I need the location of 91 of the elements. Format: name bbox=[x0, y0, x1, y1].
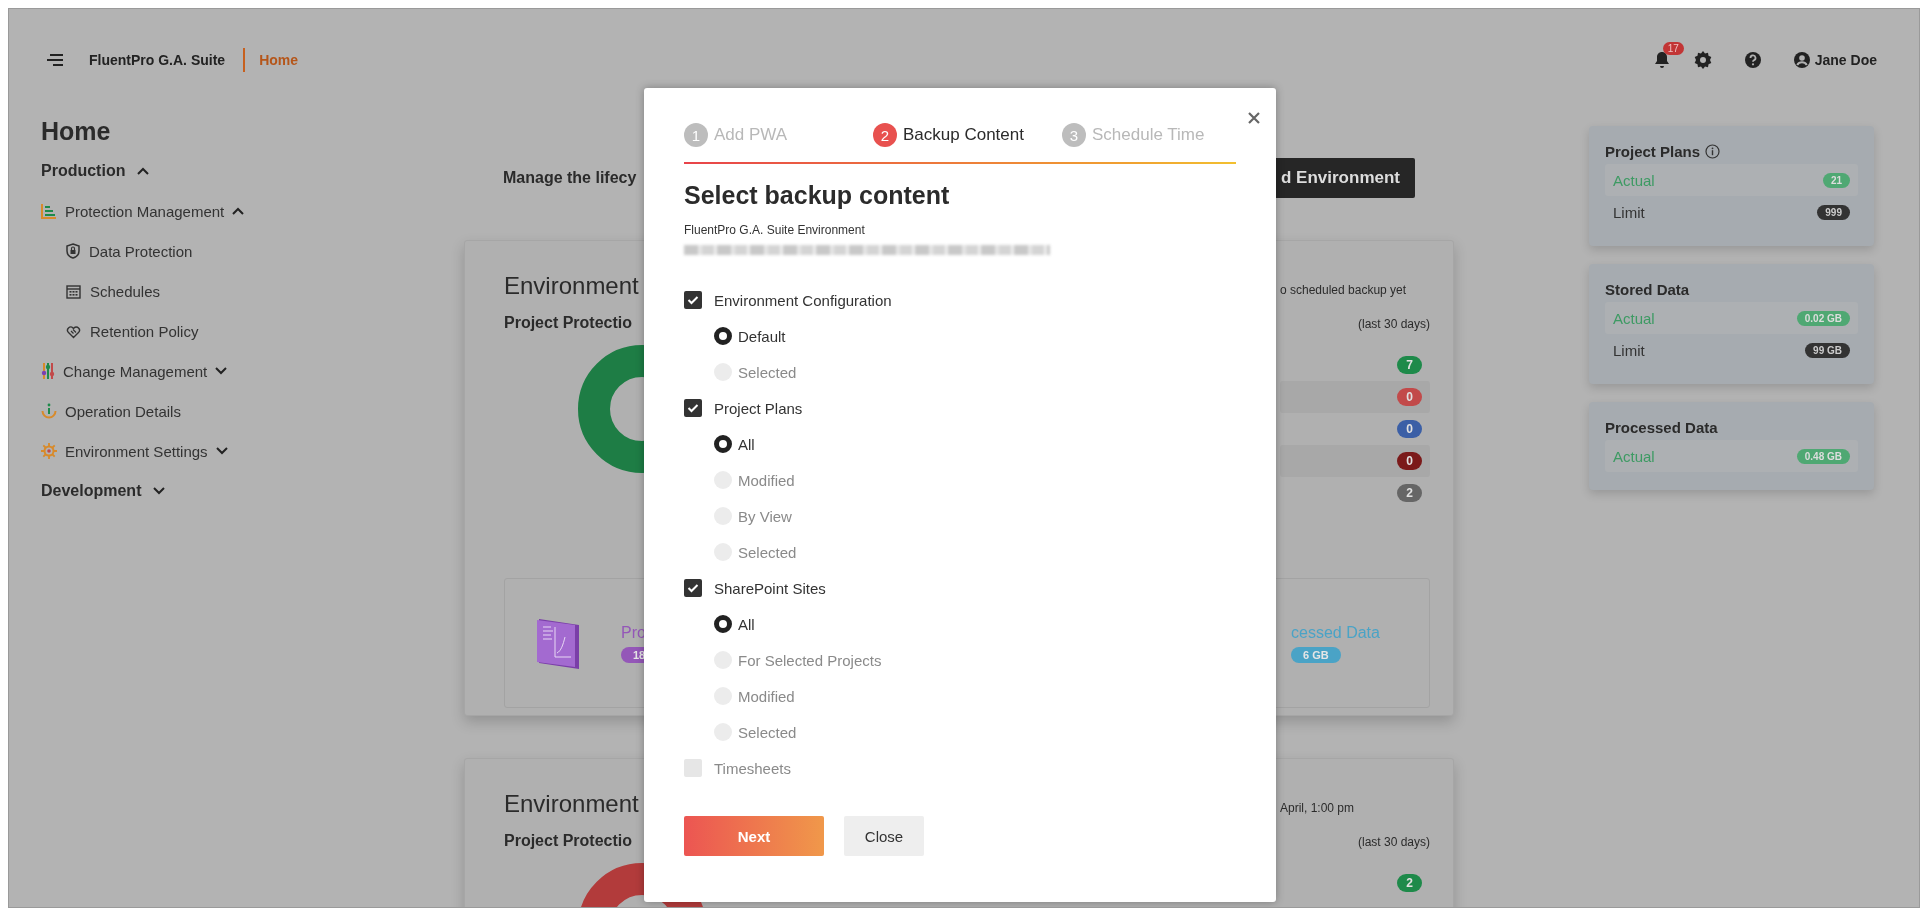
period-label: (last 30 days) bbox=[1356, 835, 1430, 849]
nav-item[interactable]: Data Protection bbox=[89, 242, 193, 260]
usage-label: Limit bbox=[1613, 203, 1645, 221]
bar-chart-icon bbox=[41, 203, 57, 219]
nav-item[interactable]: Environment Settings bbox=[65, 442, 208, 460]
checkbox[interactable] bbox=[684, 759, 702, 777]
user-name[interactable]: Jane Doe bbox=[1814, 52, 1877, 68]
notification-badge: 17 bbox=[1662, 42, 1684, 55]
checkbox[interactable] bbox=[684, 399, 702, 417]
panel-title: Stored Data bbox=[1605, 281, 1690, 298]
nav-section[interactable]: Development bbox=[41, 482, 142, 500]
count-badge: 0 bbox=[1397, 420, 1422, 438]
step-number: 1 bbox=[684, 123, 708, 147]
step-number: 2 bbox=[873, 123, 897, 147]
chevron-icon[interactable] bbox=[215, 367, 228, 375]
tile-badge: 6 GB bbox=[1291, 646, 1341, 663]
card-subtitle: Project Protectio bbox=[504, 832, 633, 850]
nav-item[interactable]: Retention Policy bbox=[90, 322, 199, 340]
radio-button[interactable] bbox=[714, 435, 732, 453]
usage-badge: 999 bbox=[1817, 204, 1850, 220]
app-name: FluentPro G.A. Suite bbox=[89, 48, 246, 72]
count-badge: 7 bbox=[1397, 356, 1422, 374]
nav-item[interactable]: Schedules bbox=[90, 282, 161, 300]
calendar-icon bbox=[66, 283, 81, 299]
usage-badge: 21 bbox=[1822, 172, 1850, 188]
step-number: 3 bbox=[1062, 123, 1086, 147]
radio-button[interactable] bbox=[714, 327, 732, 345]
nav-item[interactable]: Protection Management bbox=[65, 202, 225, 220]
schedule-note: o scheduled backup yet bbox=[1280, 283, 1408, 297]
info-icon bbox=[41, 403, 57, 419]
usage-label: Limit bbox=[1613, 341, 1645, 359]
panel-title: Processed Data bbox=[1605, 419, 1718, 436]
sliders-icon bbox=[41, 363, 55, 379]
menu-icon[interactable] bbox=[47, 54, 63, 66]
info-icon[interactable] bbox=[1705, 144, 1721, 159]
count-badge: 0 bbox=[1397, 452, 1422, 470]
nav-section[interactable]: Production bbox=[41, 162, 126, 180]
close-icon[interactable] bbox=[1248, 112, 1260, 124]
environment-label: FluentPro G.A. Suite Environment bbox=[684, 223, 866, 237]
report-icon bbox=[535, 617, 581, 669]
checkbox[interactable] bbox=[684, 579, 702, 597]
option-label: SharePoint Sites bbox=[714, 579, 826, 597]
radio-label: By View bbox=[738, 507, 792, 525]
bell-icon[interactable] bbox=[1653, 51, 1670, 69]
nav-item[interactable]: Operation Details bbox=[65, 402, 181, 420]
radio-label: For Selected Projects bbox=[738, 651, 882, 669]
usage-label: Actual bbox=[1613, 309, 1655, 327]
chevron-icon[interactable] bbox=[153, 487, 166, 495]
close-button[interactable]: Close bbox=[844, 816, 924, 856]
usage-badge: 0.02 GB bbox=[1796, 310, 1850, 326]
gear-icon bbox=[41, 443, 57, 459]
period-label: (last 30 days) bbox=[1356, 317, 1430, 331]
count-badge: 2 bbox=[1397, 874, 1422, 892]
chevron-icon[interactable] bbox=[215, 447, 228, 455]
nav-item[interactable]: Change Management bbox=[63, 362, 208, 380]
radio-label: Selected bbox=[738, 723, 797, 741]
usage-label: Actual bbox=[1613, 447, 1655, 465]
wizard-step[interactable]: 2 Backup Content bbox=[873, 122, 1062, 148]
schedule-note: April, 1:00 pm bbox=[1280, 801, 1356, 815]
handshake-icon bbox=[66, 323, 81, 339]
radio-label: Modified bbox=[738, 687, 795, 705]
tile-label: cessed Data bbox=[1291, 623, 1380, 642]
radio-label: Modified bbox=[738, 471, 795, 489]
radio-label: Selected bbox=[738, 363, 797, 381]
card-subtitle: Project Protectio bbox=[504, 314, 633, 332]
radio-label: All bbox=[738, 435, 755, 453]
radio-label: Default bbox=[738, 327, 786, 345]
intro-text: Manage the lifecy bbox=[503, 169, 637, 187]
radio-button[interactable] bbox=[714, 615, 732, 633]
radio-label: All bbox=[738, 615, 755, 633]
page-title: Home bbox=[41, 116, 112, 147]
shield-lock-icon bbox=[66, 243, 80, 259]
option-label: Project Plans bbox=[714, 399, 803, 417]
card-title: Environment bbox=[504, 271, 639, 301]
chevron-icon[interactable] bbox=[232, 207, 245, 215]
checkbox[interactable] bbox=[684, 291, 702, 309]
count-badge: 0 bbox=[1397, 388, 1422, 406]
card-title: Environment bbox=[504, 789, 639, 819]
usage-badge: 0.48 GB bbox=[1796, 448, 1850, 464]
usage-badge: 99 GB bbox=[1805, 342, 1850, 358]
avatar-icon[interactable] bbox=[1793, 52, 1810, 68]
count-badge: 2 bbox=[1397, 484, 1422, 502]
option-label: Environment Configuration bbox=[714, 291, 892, 309]
chevron-icon[interactable] bbox=[137, 167, 150, 175]
help-icon[interactable] bbox=[1743, 51, 1762, 69]
option-label: Timesheets bbox=[714, 759, 791, 777]
usage-label: Actual bbox=[1613, 171, 1655, 189]
dialog-title: Select backup content bbox=[684, 180, 951, 210]
radio-label: Selected bbox=[738, 543, 797, 561]
settings-icon[interactable] bbox=[1693, 51, 1712, 69]
panel-title: Project Plans bbox=[1605, 143, 1701, 160]
